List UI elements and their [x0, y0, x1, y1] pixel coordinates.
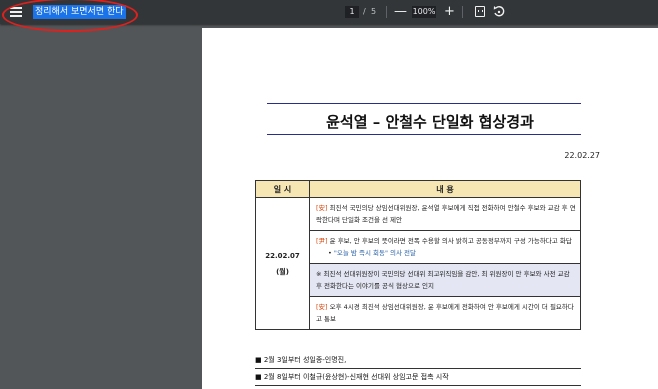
title-rule-bottom	[267, 134, 581, 135]
summary-divider	[255, 368, 581, 369]
document-date: 22.02.27	[564, 151, 600, 160]
entry-text: 최진석 국민의당 상임선대위원장, 윤석열 후보에게 직접 전화하여 안철수 후…	[316, 204, 576, 224]
date-value: 22.02.07	[265, 251, 300, 260]
toolbar-divider	[386, 6, 387, 18]
table-row: ※ 최진석 선대위원장이 국민의당 선대위 최고위직임을 감안, 최 위원장이 …	[309, 263, 581, 297]
toolbar-divider	[462, 6, 463, 18]
zoom-out-button[interactable]: —	[394, 3, 407, 21]
summary-line: ■ 2월 3일부터 성일종-인명진,	[255, 356, 347, 364]
column-header-content: 내 용	[309, 180, 581, 198]
red-annotation-circle	[2, 0, 138, 32]
table-row: [尹] 윤 후보, 안 후보의 뜻이라면 전폭 수용할 의사 밝히고 공동정부까…	[309, 230, 581, 264]
entry-text: 최진석 선대위원장이 국민의당 선대위 최고위직임을 감안, 최 위원장이 안 …	[316, 270, 570, 290]
fit-page-icon[interactable]	[475, 6, 485, 17]
bullet-text: "오늘 밤 즉시 회동" 의사 전달	[333, 249, 416, 257]
entry-bullet: • "오늘 밤 즉시 회동" 의사 전달	[316, 247, 576, 259]
entry-text: 오후 4시경 최진석 상임선대위원장, 윤 후보에게 전화하여 안 후보에게 시…	[316, 303, 574, 323]
date-cell: 22.02.07 (월)	[255, 197, 310, 330]
negotiation-table: 일 시 내 용 22.02.07 (월) [安] 최진석 국민의당 상임선대위원…	[255, 180, 581, 330]
current-page-input[interactable]: 1	[345, 6, 359, 18]
zoom-level-input[interactable]: 100%	[412, 6, 436, 18]
entry-tag: [尹]	[316, 237, 328, 245]
zoom-in-button[interactable]: +	[444, 3, 455, 21]
page-separator: /	[363, 7, 366, 16]
entry-text: 윤 후보, 안 후보의 뜻이라면 전폭 수용할 의사 밝히고 공동정부까지 구성…	[329, 237, 572, 245]
rotate-icon[interactable]	[493, 4, 505, 18]
title-rule-top	[267, 103, 581, 104]
column-header-date: 일 시	[255, 180, 310, 198]
total-pages: 5	[371, 7, 377, 16]
pdf-page: 윤석열 – 안철수 단일화 협상경과 22.02.27 일 시 내 용 22.0…	[202, 28, 658, 389]
date-day: (월)	[276, 267, 289, 276]
table-row: [安] 오후 4시경 최진석 상임선대위원장, 윤 후보에게 전화하여 안 후보…	[309, 296, 581, 330]
table-row: [安] 최진석 국민의당 상임선대위원장, 윤석열 후보에게 직접 전화하여 안…	[309, 197, 581, 231]
summary-line: ■ 2월 8일부터 이철규(윤상현)-신재현 선대위 상임고문 접촉 시작	[255, 373, 449, 381]
entry-tag: ※	[316, 270, 322, 278]
entry-tag: [安]	[316, 204, 328, 212]
summary-divider	[255, 385, 581, 386]
document-heading: 윤석열 – 안철수 단일화 협상경과	[326, 113, 534, 131]
entry-tag: [安]	[316, 303, 328, 311]
